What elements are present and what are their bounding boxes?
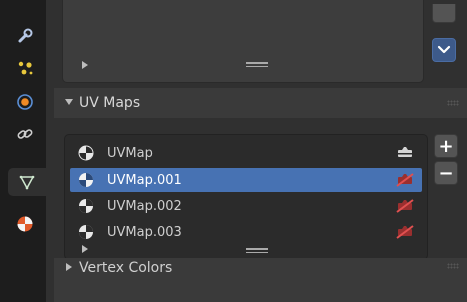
vertex-colors-panel-header[interactable]: Vertex Colors bbox=[54, 258, 467, 302]
list-item-uvmap-002[interactable]: UVMap.002 bbox=[70, 194, 422, 218]
wrench-icon bbox=[18, 28, 33, 43]
specials-menu-button[interactable] bbox=[432, 38, 456, 62]
properties-tab-strip bbox=[0, 0, 46, 302]
list-item-uvmap-001[interactable]: UVMap.001 bbox=[70, 168, 422, 192]
tab-physics[interactable] bbox=[10, 88, 40, 116]
tab-constraints[interactable] bbox=[10, 120, 40, 148]
uv-maps-panel-header[interactable]: UV Maps bbox=[54, 88, 467, 118]
render-camera-disabled-icon[interactable] bbox=[394, 198, 416, 214]
uv-map-name: UVMap.002 bbox=[107, 198, 182, 214]
chevron-down-icon bbox=[437, 45, 451, 54]
scroll-up-button[interactable] bbox=[432, 4, 456, 23]
uv-map-name: UVMap.003 bbox=[107, 224, 182, 240]
remove-uv-map-button[interactable]: − bbox=[434, 161, 458, 185]
add-uv-map-button[interactable]: + bbox=[434, 134, 458, 158]
list-resize-handle[interactable] bbox=[246, 248, 268, 254]
object-data-icon bbox=[19, 175, 35, 190]
list-item-uvmap[interactable]: UVMap bbox=[70, 141, 422, 165]
vertex-colors-title: Vertex Colors bbox=[79, 260, 173, 276]
tab-modifiers[interactable] bbox=[10, 22, 40, 50]
panel-drag-grip-icon[interactable] bbox=[447, 100, 459, 106]
tab-material[interactable] bbox=[10, 210, 40, 238]
uv-map-name: UVMap bbox=[107, 145, 153, 161]
uv-checker-icon bbox=[79, 199, 93, 213]
render-camera-disabled-icon[interactable] bbox=[394, 172, 416, 188]
physics-icon bbox=[17, 94, 33, 110]
constraints-icon bbox=[17, 129, 33, 139]
render-camera-disabled-icon[interactable] bbox=[394, 224, 416, 240]
uv-checker-icon bbox=[79, 225, 93, 239]
particles-icon bbox=[18, 61, 33, 75]
uv-map-name: UVMap.001 bbox=[107, 172, 182, 188]
expand-arrow-icon bbox=[66, 263, 72, 271]
expand-arrow-icon[interactable] bbox=[80, 244, 90, 254]
add-label: + bbox=[438, 135, 454, 157]
tab-particles[interactable] bbox=[10, 54, 40, 82]
previous-list-box bbox=[62, 0, 424, 83]
list-item-uvmap-003[interactable]: UVMap.003 bbox=[70, 220, 422, 244]
panel-drag-grip-icon[interactable] bbox=[447, 263, 459, 269]
remove-label: − bbox=[438, 162, 454, 184]
tab-object-data[interactable] bbox=[8, 168, 46, 196]
uv-maps-title: UV Maps bbox=[79, 95, 141, 111]
expand-arrow-icon[interactable] bbox=[80, 60, 90, 70]
collapse-arrow-icon bbox=[65, 99, 73, 105]
uv-checker-icon bbox=[79, 173, 93, 187]
list-resize-handle[interactable] bbox=[246, 62, 268, 68]
material-icon bbox=[17, 216, 33, 232]
active-render-camera-icon[interactable] bbox=[394, 145, 416, 161]
uv-checker-icon bbox=[78, 145, 94, 161]
